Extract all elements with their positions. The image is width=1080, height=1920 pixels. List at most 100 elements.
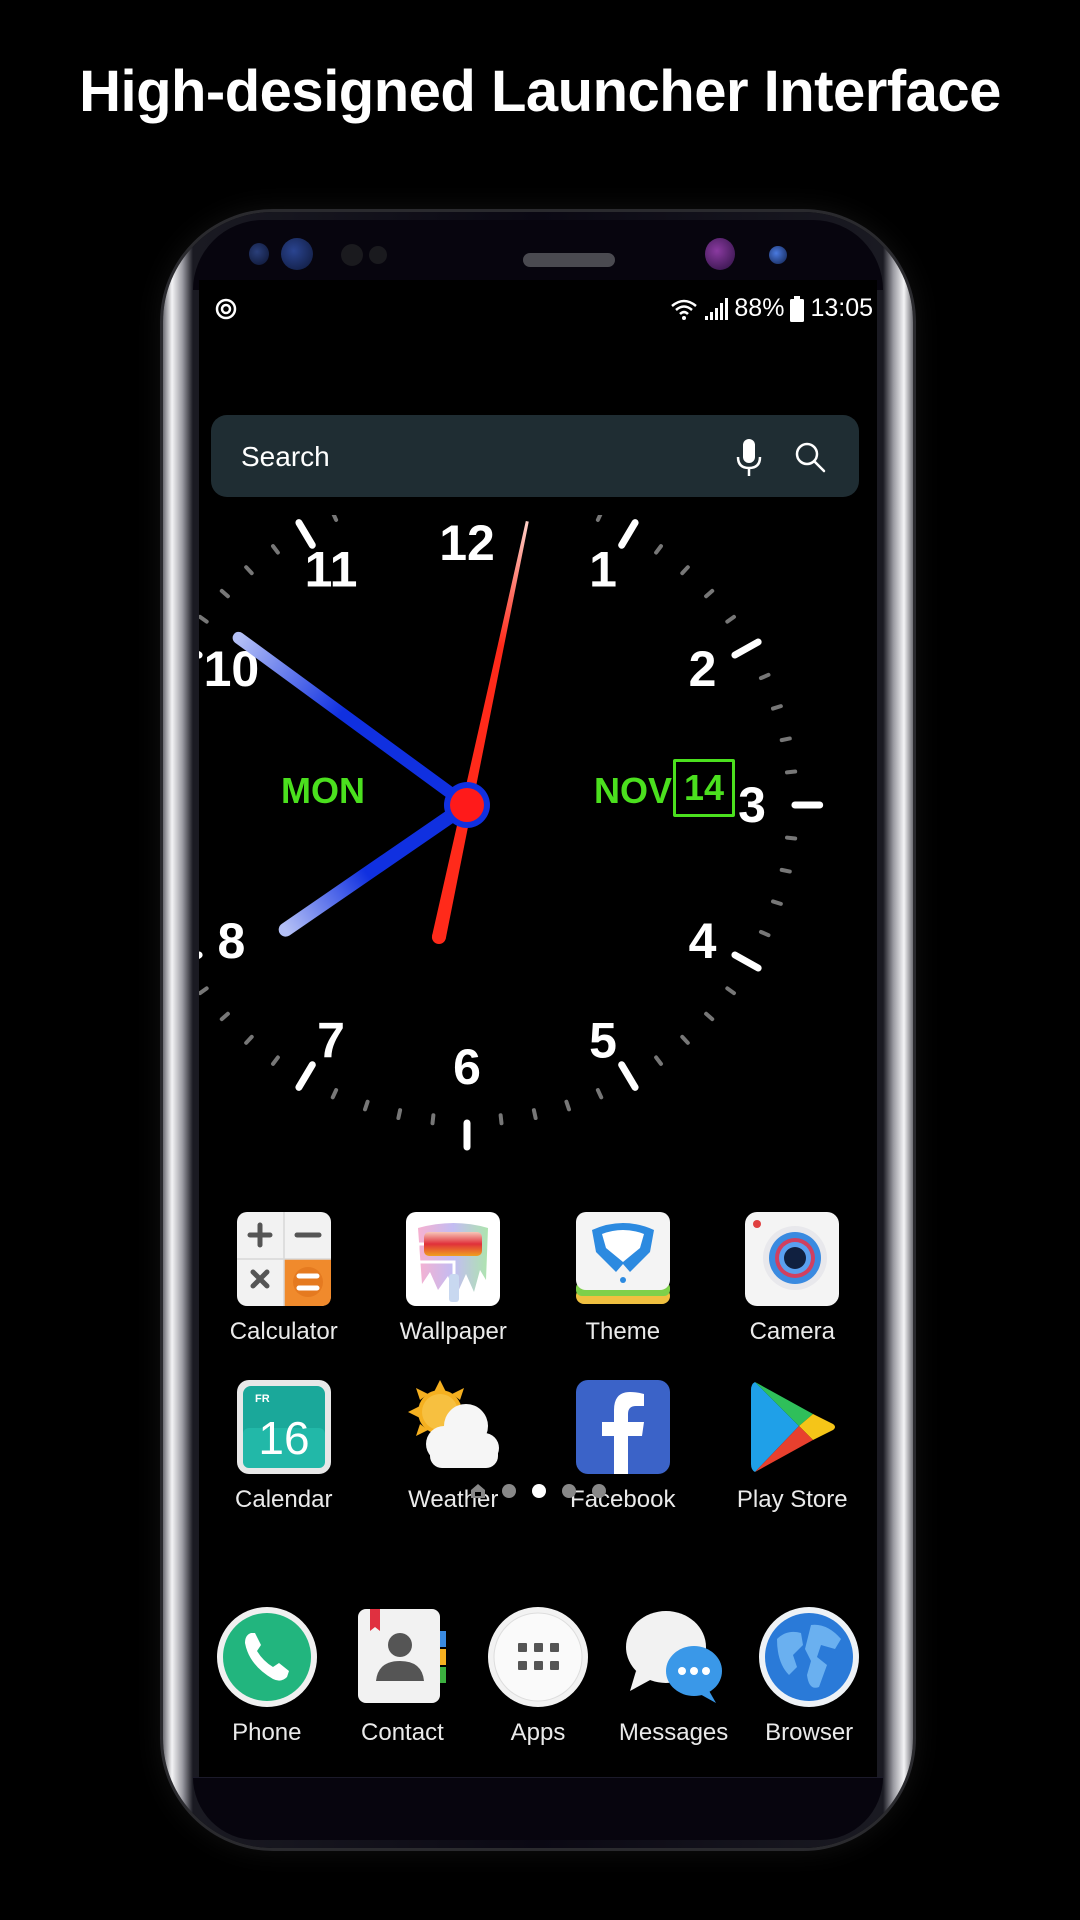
date-badge: 14 — [673, 759, 735, 817]
minor-tick — [758, 929, 771, 938]
app-label: Camera — [749, 1318, 835, 1345]
search-input[interactable] — [239, 415, 703, 499]
clock-numeral: 2 — [689, 641, 717, 697]
shirt-collar-icon — [575, 1212, 670, 1304]
major-tick — [731, 638, 762, 659]
major-tick — [618, 1061, 639, 1091]
minor-tick — [680, 565, 690, 576]
minor-tick — [758, 672, 771, 681]
sun-cloud-icon — [408, 1380, 500, 1468]
status-time: 13:05 — [810, 294, 873, 322]
search-icon[interactable] — [793, 440, 827, 474]
minor-tick — [784, 835, 798, 841]
dock: Phone Contact Apps Messages Browser — [199, 1605, 877, 1747]
minor-tick — [771, 899, 783, 906]
calendar-icon-day: FR — [255, 1393, 270, 1405]
app-grid-icon — [487, 1607, 588, 1707]
app-label: Messages — [618, 1719, 729, 1746]
minor-tick — [704, 1011, 715, 1022]
calendar-icon-date: 16 — [258, 1412, 309, 1464]
sensor-icon — [341, 244, 363, 266]
weekday-label: MON — [281, 770, 365, 811]
minor-tick — [725, 986, 736, 996]
search-bar[interactable] — [211, 415, 859, 499]
analog-clock-widget[interactable]: 121234567891011 MON NOV 14 — [199, 515, 877, 1205]
app-label: Apps — [510, 1719, 566, 1746]
clock-face: 121234567891011 — [199, 515, 824, 1151]
major-tick — [295, 1061, 316, 1091]
dock-apps[interactable]: Apps — [470, 1605, 605, 1747]
microphone-icon[interactable] — [733, 437, 765, 477]
minor-tick — [725, 614, 736, 624]
page-dot[interactable] — [562, 1484, 576, 1498]
minor-tick — [564, 1099, 571, 1112]
clock-numeral: 11 — [305, 541, 358, 597]
page-dot-active[interactable] — [532, 1484, 546, 1498]
phone-bottom-bezel — [193, 1777, 883, 1840]
page-dot[interactable] — [592, 1484, 606, 1498]
app-label: Theme — [585, 1318, 661, 1345]
clock-numeral: 12 — [439, 515, 495, 571]
minor-tick — [271, 1055, 280, 1066]
app-camera[interactable]: Camera — [708, 1210, 878, 1346]
front-camera-icon — [705, 238, 735, 270]
app-theme[interactable]: Theme — [538, 1210, 708, 1346]
minor-tick — [199, 614, 209, 624]
minor-tick — [771, 704, 783, 711]
minor-tick — [654, 544, 663, 555]
clock-numeral: 7 — [317, 1013, 345, 1069]
page-dot[interactable] — [502, 1484, 516, 1498]
phone-icon — [216, 1607, 317, 1707]
minor-tick — [498, 1113, 504, 1126]
dock-phone[interactable]: Phone — [199, 1605, 334, 1747]
minor-tick — [595, 515, 603, 522]
minor-tick — [271, 544, 280, 555]
second-hand — [432, 521, 529, 939]
clock-numeral: 3 — [738, 777, 766, 833]
sync-icon — [215, 298, 237, 320]
clock-numeral: 8 — [218, 913, 246, 969]
minor-tick — [430, 1113, 436, 1126]
clock-numeral: 4 — [689, 913, 717, 969]
minor-tick — [779, 867, 792, 874]
minor-tick — [654, 1055, 663, 1066]
app-calculator[interactable]: Calculator — [199, 1210, 369, 1346]
major-tick — [731, 951, 762, 972]
sensor-icon — [769, 246, 787, 264]
major-tick — [618, 519, 639, 549]
app-wallpaper[interactable]: Wallpaper — [369, 1210, 539, 1346]
calculator-icon — [236, 1212, 331, 1306]
minor-tick — [219, 1011, 230, 1022]
page-indicator — [199, 1483, 877, 1499]
battery-percent: 88% — [734, 294, 785, 322]
chat-bubbles-icon — [625, 1611, 722, 1703]
minor-tick — [244, 565, 254, 576]
minor-tick — [704, 588, 715, 599]
dock-contact[interactable]: Contact — [335, 1605, 470, 1747]
status-bar: 88% 13:05 — [199, 280, 877, 340]
play-store-icon — [751, 1382, 836, 1472]
home-icon[interactable] — [470, 1483, 486, 1499]
app-label: Contact — [361, 1719, 444, 1746]
second-hand-tail — [431, 930, 446, 945]
dock-browser[interactable]: Browser — [742, 1605, 877, 1747]
calendar-icon: FR 16 — [236, 1380, 331, 1474]
app-label: Wallpaper — [399, 1318, 507, 1345]
contact-book-icon — [358, 1609, 447, 1703]
home-apps-row-1: Calculator Wallpaper Theme Camera — [199, 1210, 877, 1346]
dock-messages[interactable]: Messages — [606, 1605, 741, 1747]
minor-tick — [680, 1034, 690, 1045]
month-label: NOV — [594, 770, 673, 811]
sensor-icon — [281, 238, 313, 270]
phone-frame: 88% 13:05 Search 12 1 2 3 4 5 6 7 8 10 1… — [163, 212, 913, 1848]
minor-tick — [330, 1088, 339, 1100]
minor-tick — [244, 1034, 254, 1045]
minor-tick — [219, 588, 230, 599]
minor-tick — [331, 515, 339, 522]
home-screen: 88% 13:05 Search 12 1 2 3 4 5 6 7 8 10 1… — [199, 280, 877, 1777]
clock-numeral: 6 — [453, 1039, 481, 1095]
minor-tick — [199, 986, 209, 996]
wifi-icon — [671, 299, 698, 320]
minor-tick — [363, 1099, 370, 1112]
camera-icon — [745, 1212, 840, 1306]
